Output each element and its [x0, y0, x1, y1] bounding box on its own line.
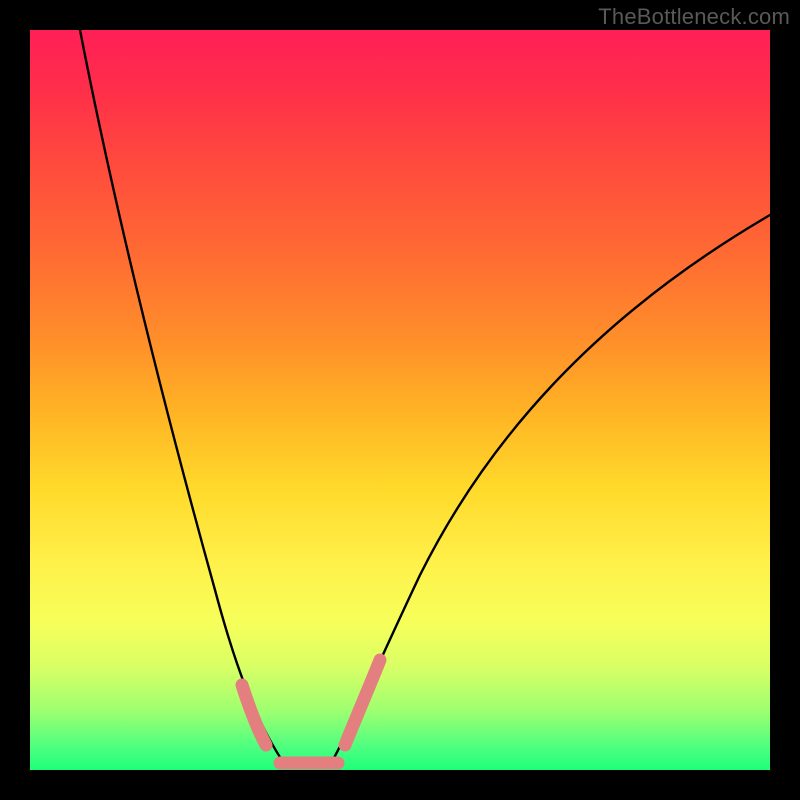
- curves-svg: [30, 30, 770, 770]
- left-curve: [80, 30, 285, 765]
- right-curve: [330, 215, 770, 765]
- plot-area: [30, 30, 770, 770]
- chart-frame: TheBottleneck.com: [0, 0, 800, 800]
- left-lower-cap: [242, 685, 266, 745]
- right-lower-cap: [345, 660, 380, 745]
- watermark-text: TheBottleneck.com: [598, 4, 790, 30]
